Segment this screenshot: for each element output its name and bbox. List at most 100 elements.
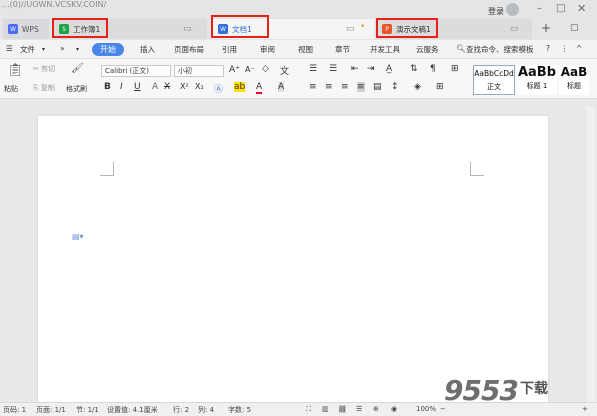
justify-icon[interactable]: ≡	[357, 82, 365, 92]
paste-button[interactable]: 粘贴	[4, 84, 18, 94]
cut-button[interactable]: ✂ 剪切	[33, 64, 55, 74]
show-marks-icon[interactable]: ¶	[430, 64, 436, 74]
strikethrough-button[interactable]: X	[164, 82, 170, 92]
sort-icon[interactable]: ⇅	[410, 64, 418, 74]
chevron-down-icon[interactable]: ▾	[76, 46, 79, 53]
shrink-font-icon[interactable]: A⁻	[245, 65, 255, 74]
page-view-icon[interactable]: ▤	[339, 405, 346, 413]
style-normal[interactable]: AaBbCcDd 正文	[473, 65, 515, 95]
zoom-level[interactable]: 100%	[416, 405, 436, 413]
highlight-icon[interactable]: ab	[234, 82, 246, 92]
underline-button[interactable]: U	[134, 82, 141, 92]
format-painter-icon[interactable]: 🖌︎	[71, 63, 84, 74]
superscript-button[interactable]: X²	[180, 82, 189, 91]
font-color-icon[interactable]: A	[256, 82, 263, 94]
copy-button[interactable]: ⎘ 复制	[33, 83, 55, 93]
tab-page-layout[interactable]: 页面布局	[174, 44, 204, 55]
font-name-select[interactable]: Calibri (正文)	[101, 65, 171, 77]
highlight-box-presentation	[376, 18, 438, 38]
increase-indent-icon[interactable]: ⇥	[367, 64, 375, 74]
window-mode-icon[interactable]: ▢	[570, 23, 579, 33]
search-icon[interactable]: 🔍︎	[456, 44, 466, 53]
numbered-list-icon[interactable]: ☰	[329, 64, 337, 74]
distribute-icon[interactable]: ▤	[373, 82, 382, 92]
clear-format-icon[interactable]: ◇	[262, 64, 269, 74]
font-size-select[interactable]: 小初	[174, 65, 224, 77]
phonetic-icon[interactable]: 文	[280, 64, 289, 77]
login-link[interactable]: 登录	[488, 6, 504, 17]
tab-cloud-service[interactable]: 云服务	[416, 44, 439, 55]
tab-label: WPS	[22, 24, 39, 34]
border-icon[interactable]: ⊞	[436, 82, 444, 92]
tab-wps[interactable]: W WPS	[3, 19, 49, 39]
decrease-indent-icon[interactable]: ⇤	[351, 64, 359, 74]
zoom-in-icon[interactable]: +	[582, 405, 588, 413]
tab-chapter[interactable]: 章节	[335, 44, 350, 55]
vertical-scrollbar[interactable]	[587, 106, 595, 402]
zoom-out-icon[interactable]: −	[440, 405, 446, 413]
fullscreen-icon[interactable]: ⛶	[306, 405, 311, 414]
tab-view[interactable]: 视图	[298, 44, 313, 55]
char-shading-icon[interactable]: A	[278, 82, 285, 92]
tab-review[interactable]: 审阅	[260, 44, 275, 55]
outline-view-icon[interactable]: ☰	[356, 405, 362, 413]
status-pages[interactable]: 页面: 1/1	[36, 405, 66, 415]
web-view-icon[interactable]: ⊕	[373, 405, 379, 413]
paste-icon[interactable]: 📋︎	[7, 63, 24, 78]
collapse-ribbon-icon[interactable]: ^	[576, 44, 582, 53]
margin-corner-top-left	[100, 162, 114, 176]
close-icon[interactable]: ✕	[577, 2, 586, 15]
status-section[interactable]: 节: 1/1	[76, 405, 99, 415]
minimize-icon[interactable]: –	[537, 3, 542, 14]
menu-hamburger-icon[interactable]: ☰	[6, 44, 13, 53]
cloud-icon[interactable]: ▭	[183, 24, 192, 34]
new-tab-button[interactable]: +	[541, 21, 551, 35]
status-position[interactable]: 设置值: 4.1厘米	[107, 405, 158, 415]
style-label: 标题 1	[526, 82, 548, 90]
command-search-input[interactable]: 查找命令、搜索模板	[466, 44, 534, 55]
line-spacing-icon[interactable]: ↕	[391, 82, 399, 92]
read-mode-icon[interactable]: ▥	[322, 405, 329, 413]
help-icon[interactable]: ?	[546, 44, 550, 53]
tab-start[interactable]: 开始	[92, 43, 124, 56]
tab-references[interactable]: 引用	[222, 44, 237, 55]
more-options-icon[interactable]: ⋮	[561, 44, 569, 53]
maximize-icon[interactable]: □	[556, 3, 565, 14]
avatar[interactable]	[506, 3, 519, 16]
grow-font-icon[interactable]: A⁺	[229, 65, 240, 75]
style-title[interactable]: AaB 标题	[559, 65, 589, 95]
status-word-count[interactable]: 字数: 5	[228, 405, 251, 415]
tab-insert[interactable]: 插入	[140, 44, 155, 55]
bullet-list-icon[interactable]: ☰	[309, 64, 317, 74]
copy-label: 复制	[40, 84, 55, 92]
eye-protection-icon[interactable]: ◉	[391, 405, 397, 413]
status-column[interactable]: 列: 4	[198, 405, 214, 415]
style-preview: AaB	[560, 65, 588, 79]
align-center-icon[interactable]: ≡	[325, 82, 333, 92]
paragraph-marker-icon[interactable]: ▤▾	[72, 232, 84, 241]
subscript-button[interactable]: X₂	[195, 82, 204, 91]
menu-file[interactable]: 文件	[20, 44, 35, 55]
format-painter-button[interactable]: 格式刷	[66, 84, 87, 94]
status-page-number[interactable]: 页码: 1	[3, 405, 26, 415]
tab-developer[interactable]: 开发工具	[370, 44, 400, 55]
italic-button[interactable]: I	[120, 82, 123, 92]
table-icon[interactable]: ⊞	[451, 64, 459, 74]
bold-button[interactable]: B	[104, 82, 111, 92]
title-bar: ...(0)//UOWN.VCSKV.COIN/ W WPS S 工作簿1 ▭ …	[0, 0, 597, 40]
text-effect-button[interactable]: A	[152, 82, 158, 92]
margin-corner-top-right	[470, 162, 484, 176]
style-label: 正文	[487, 83, 501, 91]
align-right-icon[interactable]: ≡	[341, 82, 349, 92]
text-effects-icon[interactable]: Ⓐ	[214, 82, 223, 95]
chinese-layout-icon[interactable]: A̲	[386, 64, 392, 74]
style-heading-1[interactable]: AaBb 标题 1	[517, 65, 557, 95]
chevron-down-icon[interactable]: ▾	[42, 46, 45, 53]
document-page[interactable]: ▤▾	[38, 116, 548, 406]
menu-more[interactable]: »	[60, 44, 65, 53]
align-left-icon[interactable]: ≡	[309, 82, 317, 92]
shading-icon[interactable]: ◈	[414, 82, 421, 92]
status-line[interactable]: 行: 2	[173, 405, 189, 415]
cloud-icon[interactable]: ▭	[510, 24, 519, 34]
cloud-icon[interactable]: ▭	[346, 24, 355, 34]
